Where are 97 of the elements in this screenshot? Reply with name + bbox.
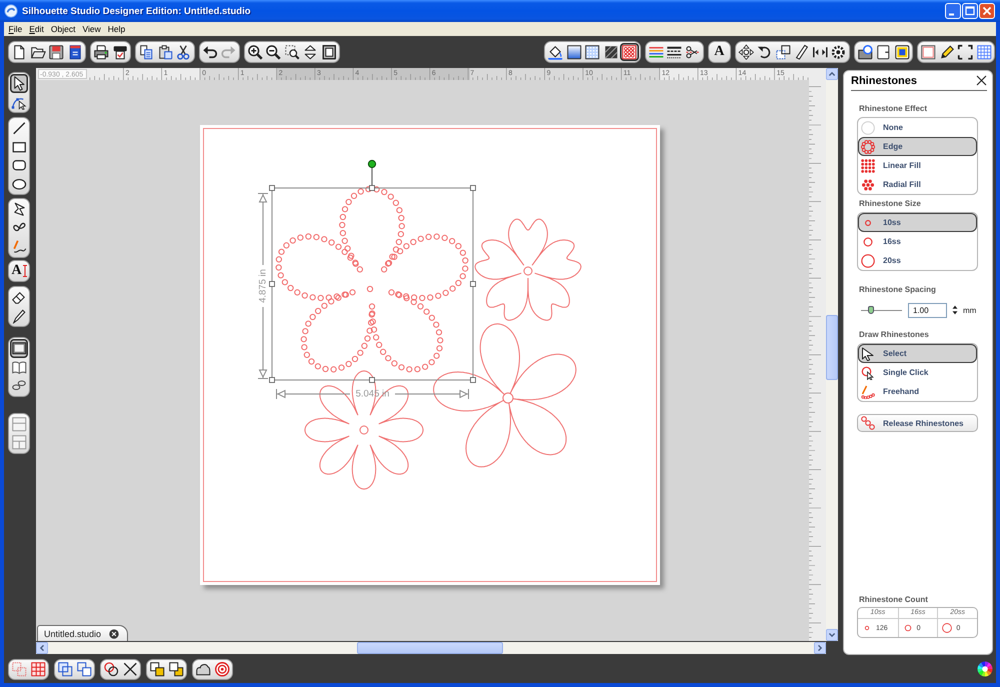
scroll-down-icon[interactable] bbox=[826, 629, 838, 641]
pointer-icon[interactable] bbox=[10, 74, 28, 92]
grid-icon[interactable] bbox=[974, 42, 993, 62]
small-circle-icon bbox=[862, 623, 872, 633]
option-item[interactable]: None bbox=[858, 118, 977, 137]
rhinestone-grid-icon[interactable] bbox=[620, 42, 638, 62]
horizontal-scrollbar[interactable] bbox=[36, 642, 826, 654]
frame-icon[interactable] bbox=[320, 42, 338, 62]
resize-handle[interactable] bbox=[369, 185, 375, 191]
menu-item[interactable]: Help bbox=[104, 23, 129, 35]
stacked-squares-icon[interactable] bbox=[148, 660, 166, 678]
option-item[interactable]: 20ss bbox=[858, 251, 977, 270]
maximize-icon[interactable] bbox=[962, 3, 978, 19]
option-item[interactable]: Radial Fill bbox=[858, 175, 977, 194]
large-circle-icon bbox=[942, 623, 952, 633]
zoom-area-icon[interactable] bbox=[282, 42, 301, 62]
overlap-squares-icon[interactable] bbox=[56, 660, 74, 678]
offset-squares-icon[interactable] bbox=[74, 660, 93, 678]
option-item[interactable]: 16ss bbox=[858, 232, 977, 251]
corner-brackets-icon[interactable] bbox=[956, 42, 974, 62]
dot-ring-icon bbox=[861, 140, 875, 154]
app-logo-icon bbox=[4, 4, 18, 18]
option-item[interactable]: Linear Fill bbox=[858, 156, 977, 175]
pointer-icon bbox=[861, 346, 875, 360]
option-item[interactable]: Edge bbox=[858, 137, 977, 156]
printer-icon[interactable] bbox=[92, 42, 110, 62]
medium-circle-icon bbox=[902, 623, 913, 633]
menu-item[interactable]: View bbox=[78, 23, 104, 35]
rotate-handle[interactable] bbox=[368, 160, 376, 186]
section-heading: Rhinestone Effect bbox=[859, 104, 928, 114]
scrollbar-thumb[interactable] bbox=[357, 642, 503, 654]
scroll-left-icon[interactable] bbox=[36, 642, 48, 654]
target-icon[interactable] bbox=[212, 660, 231, 678]
color-wheel-icon[interactable] bbox=[977, 661, 993, 677]
section-heading: Rhinestone Count bbox=[859, 595, 929, 605]
text-cursor-icon bbox=[22, 264, 27, 277]
resize-handle[interactable] bbox=[369, 377, 375, 383]
release-button[interactable]: Release Rhinestones bbox=[857, 414, 978, 432]
medium-circle-icon bbox=[861, 234, 875, 248]
page-view-icon[interactable] bbox=[10, 339, 28, 358]
grid-panel-icon[interactable] bbox=[10, 433, 28, 452]
dotted-square-icon[interactable] bbox=[583, 42, 602, 62]
page-tab-icon[interactable] bbox=[874, 42, 892, 62]
circle-pointer-icon bbox=[861, 366, 875, 380]
menu-item[interactable]: File bbox=[5, 23, 26, 35]
vertical-scrollbar[interactable] bbox=[826, 68, 838, 641]
document-tab[interactable]: Untitled.studio bbox=[37, 625, 128, 641]
scale-squares-icon[interactable] bbox=[774, 42, 792, 62]
resize-handle[interactable] bbox=[269, 185, 275, 191]
slider-thumb[interactable] bbox=[868, 306, 874, 314]
scissors-icon[interactable] bbox=[174, 42, 192, 62]
dimension-label: 4.875 in bbox=[258, 269, 268, 303]
overlap-circles-icon[interactable] bbox=[102, 660, 120, 678]
linked-circles-icon bbox=[861, 416, 875, 430]
scrollbar-thumb[interactable] bbox=[826, 315, 838, 380]
menu-item[interactable]: Edit bbox=[26, 23, 48, 35]
spinner-arrows-icon[interactable] bbox=[950, 305, 960, 315]
close-icon[interactable] bbox=[109, 628, 120, 638]
option-item[interactable]: 10ss bbox=[858, 213, 977, 232]
close-icon[interactable] bbox=[976, 75, 987, 86]
resize-handle[interactable] bbox=[470, 281, 476, 287]
option-item[interactable]: Select bbox=[858, 344, 977, 363]
resize-handle[interactable] bbox=[269, 377, 275, 383]
minimize-icon[interactable] bbox=[945, 3, 961, 19]
text-tool-button[interactable]: A bbox=[10, 262, 28, 280]
target-square-icon[interactable] bbox=[892, 42, 911, 62]
section-heading: Draw Rhinestones bbox=[859, 330, 930, 340]
zoom-in-icon[interactable] bbox=[246, 42, 264, 62]
option-item[interactable]: Single Click bbox=[858, 363, 977, 382]
resize-handle[interactable] bbox=[470, 185, 476, 191]
spacing-field[interactable]: 1.00 bbox=[908, 302, 947, 318]
resize-handle[interactable] bbox=[470, 377, 476, 383]
four-way-arrows-icon[interactable] bbox=[736, 42, 755, 62]
stacked-squares-icon[interactable] bbox=[166, 660, 185, 678]
text-style-button[interactable]: A bbox=[710, 42, 728, 62]
dot-grid-icon bbox=[861, 158, 875, 172]
option-item[interactable]: Freehand bbox=[858, 382, 977, 401]
menu-item[interactable]: Object bbox=[47, 23, 79, 35]
unit-label: mm bbox=[963, 306, 976, 314]
dotted-squares-icon[interactable] bbox=[10, 660, 28, 678]
dot-cluster-icon bbox=[861, 178, 875, 192]
page-outline-icon[interactable] bbox=[919, 42, 938, 62]
zoom-out-icon[interactable] bbox=[264, 42, 282, 62]
scroll-up-icon[interactable] bbox=[826, 68, 838, 80]
large-circle-icon bbox=[861, 254, 875, 268]
section-heading: Rhinestone Spacing bbox=[859, 285, 937, 295]
dotted-stroke-icon bbox=[861, 384, 875, 398]
panel-title: Rhinestones bbox=[851, 74, 918, 86]
split-panel-icon[interactable] bbox=[10, 414, 28, 433]
scroll-right-icon[interactable] bbox=[814, 642, 826, 654]
grid-squares-icon[interactable] bbox=[28, 660, 47, 678]
window-title: Silhouette Studio Designer Edition: Untitled.studio bbox=[22, 6, 251, 16]
section-heading: Rhinestone Size bbox=[859, 199, 922, 209]
resize-handle[interactable] bbox=[269, 281, 275, 287]
empty-circle-icon bbox=[861, 120, 875, 134]
gradient-square-icon[interactable] bbox=[564, 42, 583, 62]
disc-folder-icon[interactable] bbox=[856, 42, 874, 62]
